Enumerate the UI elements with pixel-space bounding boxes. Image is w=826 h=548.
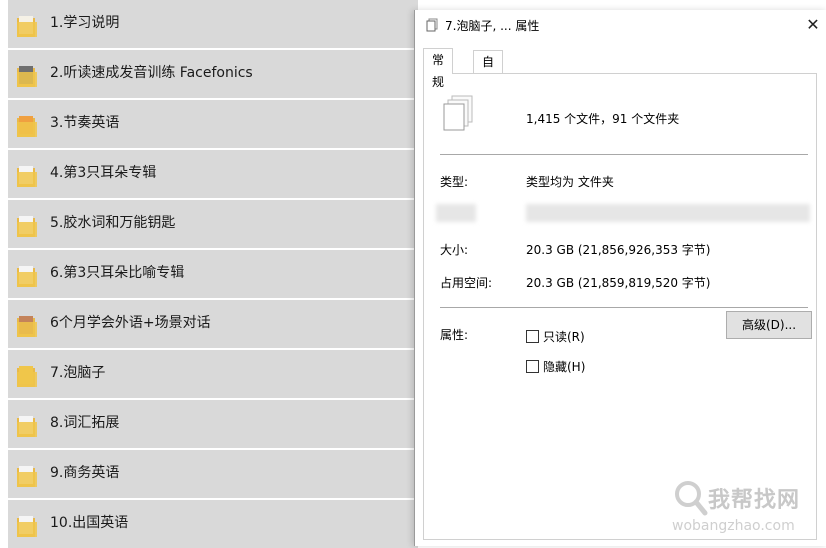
folder-label: 1.学习说明 xyxy=(50,15,120,31)
readonly-checkbox[interactable] xyxy=(526,330,539,343)
folder-icon xyxy=(17,416,37,437)
divider xyxy=(440,154,808,155)
folder-label: 8.词汇拓展 xyxy=(50,415,120,431)
disk-size-label: 占用空间: xyxy=(440,276,493,290)
properties-dialog: 7.泡脑子, ... 属性 ✕ 常规 自定义 1,415 个文件，91 个文件夹… xyxy=(414,10,826,546)
folder-row[interactable]: 3.节奏英语 xyxy=(8,100,418,148)
folder-icon xyxy=(17,16,37,37)
folder-row[interactable]: 6.第3只耳朵比喻专辑 xyxy=(8,250,418,298)
folder-icon xyxy=(17,316,37,337)
general-panel: 1,415 个文件，91 个文件夹 类型: 类型均为 文件夹 大小: 20.3 … xyxy=(423,73,817,540)
readonly-checkbox-row[interactable]: 只读(R) xyxy=(526,328,585,345)
watermark: 我帮找网 wobangzhao.com xyxy=(668,478,824,544)
type-label: 类型: xyxy=(440,175,469,189)
folder-list: 1.学习说明 2.听读速成发音训练 Facefonics 3.节奏英语 4.第3… xyxy=(8,0,418,548)
folder-icon xyxy=(17,266,37,287)
type-value: 类型均为 文件夹 xyxy=(526,175,614,189)
folder-icon xyxy=(17,366,37,387)
folder-label: 6.第3只耳朵比喻专辑 xyxy=(50,265,185,281)
files-icon xyxy=(426,18,438,32)
size-label: 大小: xyxy=(440,243,469,257)
magnifier-logo-icon xyxy=(675,481,708,516)
disk-size-value: 20.3 GB (21,859,819,520 字节) xyxy=(526,276,711,290)
readonly-label: 只读(R) xyxy=(543,330,585,344)
dialog-title: 7.泡脑子, ... 属性 xyxy=(445,19,540,33)
dialog-titlebar[interactable]: 7.泡脑子, ... 属性 ✕ xyxy=(415,10,826,40)
folder-row[interactable]: 7.泡脑子 xyxy=(8,350,418,398)
close-button[interactable]: ✕ xyxy=(801,12,825,38)
folder-label: 7.泡脑子 xyxy=(50,365,106,381)
folder-icon xyxy=(17,516,37,537)
folder-icon xyxy=(17,66,37,87)
folder-row[interactable]: 8.词汇拓展 xyxy=(8,400,418,448)
folder-row[interactable]: 10.出国英语 xyxy=(8,500,418,548)
hidden-checkbox-row[interactable]: 隐藏(H) xyxy=(526,358,585,375)
redacted-label xyxy=(436,204,476,222)
tab-custom[interactable]: 自定义 xyxy=(473,50,504,113)
attributes-label: 属性: xyxy=(440,328,469,342)
divider xyxy=(440,307,808,308)
folder-icon xyxy=(17,116,37,137)
folder-label: 9.商务英语 xyxy=(50,465,120,481)
redacted-location xyxy=(526,204,810,222)
folder-icon xyxy=(17,216,37,237)
folder-row[interactable]: 9.商务英语 xyxy=(8,450,418,498)
folder-label: 5.胶水词和万能钥匙 xyxy=(50,215,176,231)
folder-row[interactable]: 4.第3只耳朵专辑 xyxy=(8,150,418,198)
folder-icon xyxy=(17,466,37,487)
tab-general[interactable]: 常规 xyxy=(423,48,454,89)
folder-row[interactable]: 6个月学会外语+场景对话 xyxy=(8,300,418,348)
folder-label: 4.第3只耳朵专辑 xyxy=(50,165,157,181)
folder-row[interactable]: 1.学习说明 xyxy=(8,0,418,48)
file-count-summary: 1,415 个文件，91 个文件夹 xyxy=(526,112,680,126)
folder-icon xyxy=(17,166,37,187)
advanced-button[interactable]: 高级(D)... xyxy=(726,311,812,339)
folder-label: 6个月学会外语+场景对话 xyxy=(50,315,211,331)
hidden-checkbox[interactable] xyxy=(526,360,539,373)
hidden-label: 隐藏(H) xyxy=(543,360,586,374)
multiple-files-icon xyxy=(443,95,473,131)
folder-label: 2.听读速成发音训练 Facefonics xyxy=(50,65,253,81)
folder-row[interactable]: 5.胶水词和万能钥匙 xyxy=(8,200,418,248)
folder-label: 3.节奏英语 xyxy=(50,115,120,131)
watermark-url: wobangzhao.com xyxy=(672,518,795,534)
folder-row[interactable]: 2.听读速成发音训练 Facefonics xyxy=(8,50,418,98)
folder-label: 10.出国英语 xyxy=(50,515,129,531)
size-value: 20.3 GB (21,856,926,353 字节) xyxy=(526,243,711,257)
watermark-text: 我帮找网 xyxy=(708,488,801,513)
